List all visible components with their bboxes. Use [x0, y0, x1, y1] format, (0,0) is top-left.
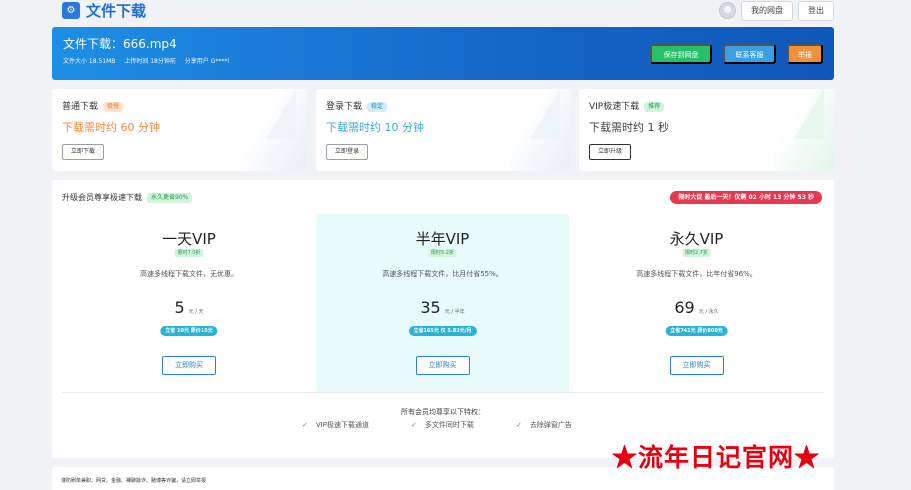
- check-icon: ✓: [302, 421, 308, 429]
- perks-title: 所有会员均尊享以下特权：: [401, 408, 485, 416]
- plan-price-unit: 元 / 半年: [444, 309, 465, 315]
- plan-price-unit: 元 / 永久: [698, 309, 719, 315]
- perk-label: 去除弹窗广告: [529, 421, 572, 429]
- normal-download-card: 普通下载 极慢 下载需时约 60 分钟 立即下载: [52, 89, 306, 171]
- check-icon: ✓: [516, 421, 522, 429]
- save-to-disk-button[interactable]: 保存到网盘: [650, 44, 712, 64]
- check-icon: ✓: [411, 421, 417, 429]
- card-decoration-shape: [266, 89, 296, 139]
- report-button[interactable]: 举报: [787, 44, 823, 64]
- card-title-text: 普通下载: [62, 102, 99, 112]
- plan-savings-badge: 立省 10元 原价15元: [160, 326, 218, 336]
- perk-item: ✓ VIP极速下载通道: [302, 420, 369, 430]
- vip-panel-title: 升级会员尊享极速下载 永久更省90%: [62, 192, 193, 203]
- plan-discount-tag: 限时2.7折: [682, 249, 711, 257]
- buy-now-button[interactable]: 立即购买: [162, 356, 216, 375]
- login-now-button[interactable]: 立即登录: [326, 144, 369, 160]
- logo-icon: ⚙: [62, 2, 80, 19]
- card-badge: 推荐: [644, 102, 665, 112]
- card-title: VIP极速下载 推荐: [589, 101, 665, 113]
- plan-description: 高速多线程下载文件，比年付省96%。: [636, 270, 757, 278]
- plan-price: 35 元 / 半年: [316, 298, 569, 322]
- plan-name: 一天VIP: [162, 230, 216, 248]
- login-download-card: 登录下载 稳定 下载需时约 10 分钟 立即登录: [316, 89, 570, 171]
- vip-panel-title-text: 升级会员尊享极速下载: [62, 193, 142, 202]
- download-time: 下载需时约 60 分钟: [62, 121, 160, 134]
- perk-label: VIP极速下载通道: [315, 421, 369, 429]
- card-title-text: VIP极速下载: [589, 102, 640, 112]
- card-badge: 稳定: [367, 102, 388, 112]
- file-title: 文件下载：666.mp4: [63, 37, 177, 51]
- perk-item: ✓ 多文件同时下载: [411, 420, 474, 430]
- sharer: 分享用户 G****l: [184, 58, 230, 65]
- plan-price: 5元 / 天: [62, 298, 316, 322]
- plan-lifetime: 永久VIP 限时2.7折 高速多线程下载文件，比年付省96%。 69 元 / 永久…: [569, 214, 824, 392]
- card-title-text: 登录下载: [326, 102, 363, 112]
- plan-name: 半年VIP: [415, 230, 470, 248]
- plan-price-number: 35: [420, 298, 441, 317]
- buy-now-button[interactable]: 立即购买: [669, 356, 724, 375]
- perk-label: 多文件同时下载: [424, 421, 474, 429]
- perk-item: ✓ 去除弹窗广告: [516, 420, 572, 430]
- plan-description: 高速多线程下载文件，比月付省55%。: [382, 270, 503, 278]
- download-time: 下载需时约 1 秒: [589, 121, 669, 134]
- plan-savings-badge: 立省165元 仅 5.83元/月: [408, 326, 477, 336]
- card-title: 登录下载 稳定: [326, 101, 388, 113]
- top-bar: ⚙ 文件下载 我的网盘 登出: [0, 0, 911, 24]
- plan-savings-badge: 立省741元 原价800元: [665, 326, 728, 336]
- fraud-warning-text: 谨防刷单兼职、网贷、金融、裸聊敲诈、赌博等诈骗，请立即举报: [61, 478, 207, 484]
- my-disk-button[interactable]: 我的网盘: [741, 1, 793, 21]
- file-meta: 文件大小 18.51MB 上传时间 18分钟前 分享用户 G****l: [63, 58, 236, 66]
- download-time: 下载需时约 10 分钟: [326, 121, 424, 134]
- card-title: 普通下载 极慢: [62, 101, 124, 113]
- watermark-text: ★流年日记官网★: [612, 443, 821, 472]
- plan-price-number: 5: [174, 298, 185, 317]
- plan-day: 一天VIP 限时7.0折 高速多线程下载文件，无优惠。 5元 / 天 立省 10…: [62, 214, 316, 392]
- vip-panel: 升级会员尊享极速下载 永久更省90% 限时大促 最后一天！仅剩 02 小时 13 …: [52, 180, 834, 458]
- card-decoration-shape: [530, 89, 560, 139]
- plan-half-year: 半年VIP 限时5.2折 高速多线程下载文件，比月付省55%。 35 元 / 半年…: [316, 214, 569, 392]
- avatar[interactable]: [719, 2, 736, 19]
- promo-countdown-badge: 限时大促 最后一天！仅剩 02 小时 13 分钟 53 秒: [670, 191, 822, 204]
- card-badge: 极慢: [103, 102, 124, 112]
- file-header: 文件下载：666.mp4 文件大小 18.51MB 上传时间 18分钟前 分享用…: [52, 27, 834, 80]
- vip-download-card: VIP极速下载 推荐 下载需时约 1 秒 立即升级: [579, 89, 834, 171]
- plan-discount-tag: 限时7.0折: [174, 249, 204, 257]
- contact-support-button[interactable]: 联系客服: [723, 44, 776, 64]
- buy-now-button[interactable]: 立即购买: [415, 356, 470, 375]
- plan-discount-tag: 限时5.2折: [428, 249, 457, 257]
- brand-title: 文件下载: [86, 2, 147, 20]
- card-decoration-shape: [794, 89, 824, 139]
- upload-time: 上传时间 18分钟前: [124, 58, 176, 65]
- vip-title-badge: 永久更省90%: [147, 193, 193, 203]
- plan-price: 69 元 / 永久: [569, 298, 824, 322]
- download-now-button[interactable]: 立即下载: [62, 144, 105, 160]
- divider: [62, 392, 824, 393]
- logout-button[interactable]: 登出: [798, 1, 834, 21]
- plan-price-unit: 元 / 天: [188, 309, 204, 315]
- upgrade-now-button[interactable]: 立即升级: [589, 144, 632, 160]
- plan-price-number: 69: [674, 298, 695, 317]
- file-size: 文件大小 18.51MB: [63, 58, 116, 65]
- plan-description: 高速多线程下载文件，无优惠。: [140, 270, 238, 278]
- plan-name: 永久VIP: [669, 230, 724, 248]
